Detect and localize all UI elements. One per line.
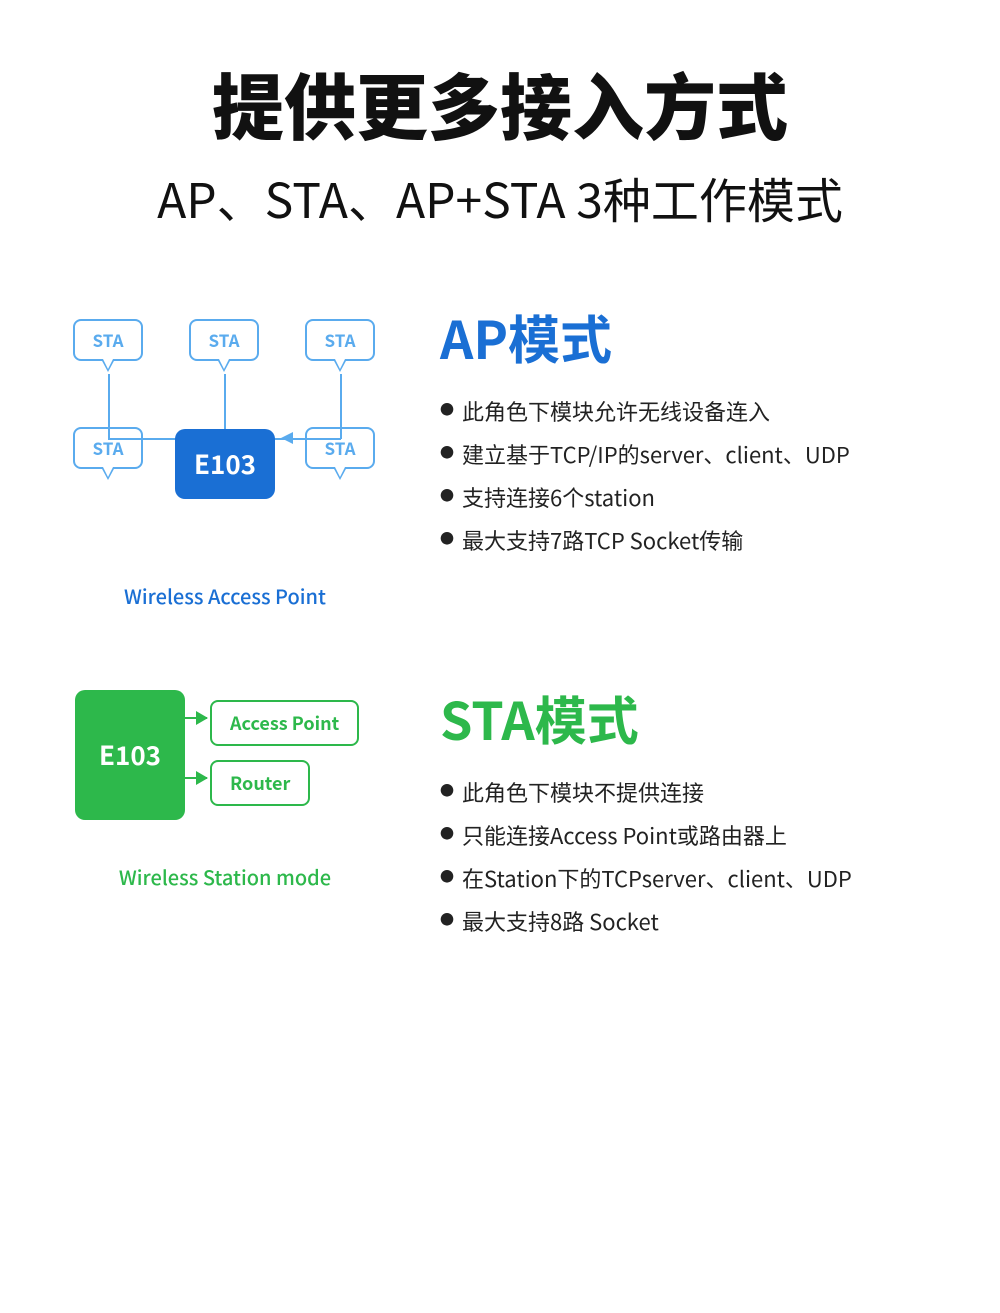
page-container: 提供更多接入方式 AP、STA、AP+STA 3种工作模式 STA STA ST… <box>0 0 1000 1088</box>
main-title: 提供更多接入方式 <box>50 60 950 146</box>
sta-feature-1: 此角色下模块不提供连接 <box>440 775 950 810</box>
vline-mid <box>224 374 226 429</box>
vline-right <box>340 374 342 439</box>
sta-feature-3: 在Station下的TCPserver、client、UDP <box>440 861 950 896</box>
e103-center: E103 <box>175 429 275 499</box>
header-section: 提供更多接入方式 AP、STA、AP+STA 3种工作模式 <box>50 60 950 229</box>
ap-feature-3: 支持连接6个station <box>440 480 950 515</box>
ap-diagram: STA STA STA STA STA <box>55 289 395 569</box>
sta-node-top-right: STA <box>305 319 375 361</box>
router-box: Router <box>210 760 310 806</box>
ap-feature-list: 此角色下模块允许无线设备连入 建立基于TCP/IP的server、client、… <box>440 394 950 559</box>
arrow-left-to-e103 <box>281 432 293 444</box>
sta-node-top-mid: STA <box>189 319 259 361</box>
ap-mode-title: AP模式 <box>440 299 950 374</box>
vline-left <box>108 374 110 439</box>
access-point-box: Access Point <box>210 700 359 746</box>
ap-feature-1: 此角色下模块允许无线设备连入 <box>440 394 950 429</box>
ap-section-row: STA STA STA STA STA <box>50 289 950 610</box>
ap-content-area: AP模式 此角色下模块允许无线设备连入 建立基于TCP/IP的server、cl… <box>440 289 950 567</box>
sta-diagram-area: E103 Access Point Router Wireless Statio… <box>50 670 400 891</box>
ap-diagram-label: Wireless Access Point <box>124 581 326 610</box>
sta-node-top-left: STA <box>73 319 143 361</box>
sta-mode-title: STA模式 <box>440 680 950 755</box>
sta-diagram-label: Wireless Station mode <box>119 862 331 891</box>
ap-feature-4: 最大支持7路TCP Socket传输 <box>440 523 950 558</box>
sta-content-area: STA模式 此角色下模块不提供连接 只能连接Access Point或路由器上 … <box>440 670 950 948</box>
e103-sta: E103 <box>75 690 185 820</box>
sub-title: AP、STA、AP+STA 3种工作模式 <box>50 166 950 228</box>
sta-feature-list: 此角色下模块不提供连接 只能连接Access Point或路由器上 在Stati… <box>440 775 950 940</box>
sta-arrow-top <box>185 717 207 719</box>
ap-diagram-area: STA STA STA STA STA <box>50 289 400 610</box>
ap-feature-2: 建立基于TCP/IP的server、client、UDP <box>440 437 950 472</box>
sta-feature-4: 最大支持8路 Socket <box>440 904 950 939</box>
sta-arrow-bottom <box>185 777 207 779</box>
sta-feature-2: 只能连接Access Point或路由器上 <box>440 818 950 853</box>
sta-diagram: E103 Access Point Router <box>55 670 395 850</box>
sta-section-row: E103 Access Point Router Wireless Statio… <box>50 670 950 948</box>
